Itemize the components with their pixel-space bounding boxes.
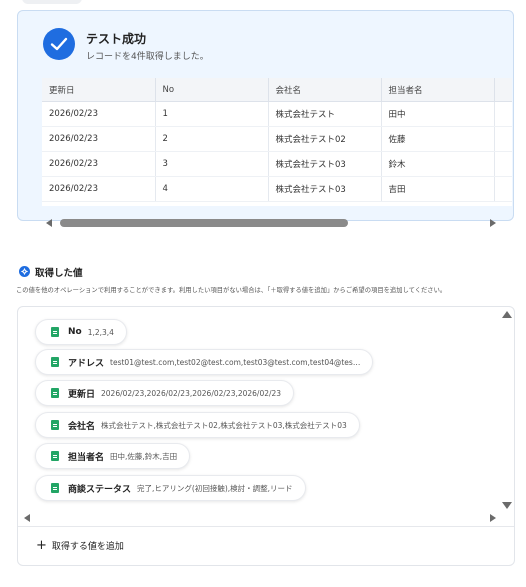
retrieved-values-panel: No 1,2,3,4 アドレス test01@test.com,test02@t… <box>17 306 515 566</box>
scroll-left-arrow-icon[interactable] <box>24 514 30 522</box>
value-chip-value: 完了,ヒアリング(初回接触),検討・調整,リード <box>137 483 293 493</box>
spreadsheet-icon <box>51 483 59 493</box>
spreadsheet-icon <box>51 357 59 367</box>
table-cell: 株式会社テスト03 <box>268 176 382 202</box>
value-chip-label: 担当者名 <box>68 452 105 463</box>
value-chip-label: 商談ステータス <box>68 484 132 495</box>
table-cell: 田中 <box>381 101 495 127</box>
table-cell: 3 <box>155 151 269 177</box>
retrieved-values-description: この値を他のオペレーションで利用することができます。利用したい項目がない場合は、… <box>16 287 447 294</box>
table-cell: 株式会社テスト <box>268 101 382 127</box>
scroll-up-arrow-icon[interactable] <box>502 311 512 318</box>
value-chip-label: No <box>68 327 82 337</box>
column-header: No <box>155 78 269 102</box>
value-chip-updated-date[interactable]: 更新日 2026/02/23,2026/02/23,2026/02/23,202… <box>35 380 295 406</box>
spreadsheet-icon <box>51 327 59 337</box>
settings-badge-icon <box>19 266 30 277</box>
value-chip-address[interactable]: アドレス test01@test.com,test02@test.com,tes… <box>35 349 374 375</box>
value-chip-deal-status[interactable]: 商談ステータス 完了,ヒアリング(初回接触),検討・調整,リード <box>35 475 306 501</box>
value-chip-no[interactable]: No 1,2,3,4 <box>35 319 127 345</box>
value-chip-value: 株式会社テスト,株式会社テスト02,株式会社テスト03,株式会社テスト03 <box>101 420 347 430</box>
success-subtitle: レコードを4件取得しました。 <box>86 52 209 62</box>
scroll-down-arrow-icon[interactable] <box>502 502 512 509</box>
spreadsheet-icon <box>51 451 59 461</box>
table-cell: 2026/02/23 <box>42 126 156 152</box>
column-header-overflow <box>494 78 512 102</box>
value-chip-company[interactable]: 会社名 株式会社テスト,株式会社テスト02,株式会社テスト03,株式会社テスト0… <box>35 412 360 438</box>
table-cell-overflow <box>494 151 512 177</box>
value-chip-value: 1,2,3,4 <box>87 327 114 337</box>
retrieved-values-title: 取得した値 <box>35 268 83 279</box>
table-cell-overflow <box>494 176 512 202</box>
table-horizontal-scrollbar[interactable] <box>42 216 504 230</box>
table-row: 2026/02/23 2 株式会社テスト02 佐藤 <box>42 126 512 152</box>
value-chip-value: 2026/02/23,2026/02/23,2026/02/23,2026/02… <box>101 388 282 398</box>
check-icon <box>43 28 75 60</box>
divider <box>18 526 514 527</box>
scroll-right-arrow-icon[interactable] <box>490 514 496 522</box>
table-cell: 株式会社テスト02 <box>268 126 382 152</box>
test-success-card: テスト成功 レコードを4件取得しました。 更新日 No 会社名 担当者名 202… <box>17 10 514 221</box>
values-horizontal-scrollbar[interactable] <box>24 513 496 523</box>
table-cell: 4 <box>155 176 269 202</box>
success-title: テスト成功 <box>86 32 147 46</box>
table-cell: 1 <box>155 101 269 127</box>
table-row: 2026/02/23 3 株式会社テスト03 鈴木 <box>42 151 512 177</box>
previous-tab-edge <box>22 0 82 4</box>
plus-icon: + <box>36 537 47 553</box>
table-cell: 鈴木 <box>381 151 495 177</box>
table-cell: 佐藤 <box>381 126 495 152</box>
value-chip-label: 更新日 <box>68 389 96 400</box>
table-cell-overflow <box>494 101 512 127</box>
table-cell: 2026/02/23 <box>42 101 156 127</box>
table-cell-overflow <box>494 126 512 152</box>
add-retrieved-value-button[interactable]: + 取得する値を追加 <box>36 537 124 553</box>
column-header: 担当者名 <box>381 78 495 102</box>
values-vertical-scrollbar[interactable] <box>500 307 512 512</box>
value-chip-value: 田中,佐藤,鈴木,吉田 <box>110 451 178 461</box>
table-cell: 2026/02/23 <box>42 151 156 177</box>
value-chip-label: アドレス <box>68 358 105 369</box>
column-header: 更新日 <box>42 78 156 102</box>
scroll-right-arrow-icon[interactable] <box>490 219 496 227</box>
records-table: 更新日 No 会社名 担当者名 2026/02/23 1 株式会社テスト 田中 … <box>42 78 512 206</box>
table-cell: 吉田 <box>381 176 495 202</box>
value-chip-label: 会社名 <box>68 421 96 432</box>
scroll-left-arrow-icon[interactable] <box>46 219 52 227</box>
column-header: 会社名 <box>268 78 382 102</box>
table-cell: 株式会社テスト03 <box>268 151 382 177</box>
add-retrieved-value-label: 取得する値を追加 <box>51 541 124 552</box>
spreadsheet-icon <box>51 388 59 398</box>
scrollbar-thumb[interactable] <box>60 219 348 227</box>
table-header-row: 更新日 No 会社名 担当者名 <box>42 78 512 102</box>
table-cell: 2 <box>155 126 269 152</box>
table-row: 2026/02/23 1 株式会社テスト 田中 <box>42 101 512 127</box>
table-row: 2026/02/23 4 株式会社テスト03 吉田 <box>42 176 512 202</box>
table-cell: 2026/02/23 <box>42 176 156 202</box>
spreadsheet-icon <box>51 420 59 430</box>
value-chip-contact[interactable]: 担当者名 田中,佐藤,鈴木,吉田 <box>35 443 191 469</box>
value-chip-value: test01@test.com,test02@test.com,test03@t… <box>110 357 361 367</box>
